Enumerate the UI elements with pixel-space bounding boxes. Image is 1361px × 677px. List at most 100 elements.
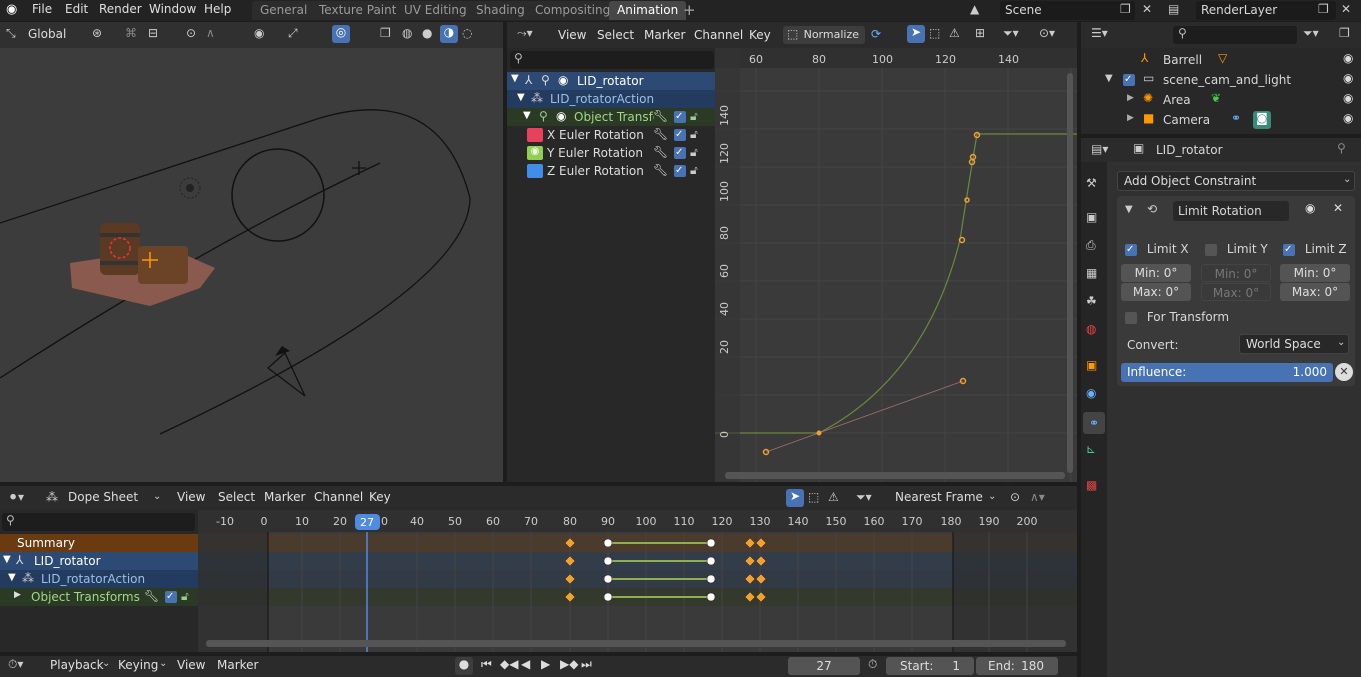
ds-action-row[interactable]: ▼ ⁂ LID_rotatorAction: [0, 570, 198, 588]
ds-menu-channel[interactable]: Channel: [314, 488, 363, 508]
vertical-scrollbar[interactable]: [1067, 73, 1073, 473]
keyframe-selected[interactable]: [816, 430, 822, 436]
filter-icon[interactable]: ⏷▾: [1003, 26, 1019, 41]
rotator-circle[interactable]: [231, 148, 325, 242]
properties-type-icon[interactable]: ▤▾: [1091, 142, 1108, 156]
wireframe-shading-icon[interactable]: ◍: [402, 26, 412, 40]
ds-search-input[interactable]: ⚲: [2, 513, 195, 531]
max-y-field[interactable]: Max: 0°: [1201, 283, 1271, 301]
collection-checkbox[interactable]: [1123, 74, 1135, 86]
modifier-icon[interactable]: 🔧︎: [653, 163, 668, 177]
modifier-icon[interactable]: 🔧︎: [653, 145, 668, 159]
eye-icon[interactable]: ◉: [1343, 71, 1353, 85]
graph-menu-select[interactable]: Select: [597, 26, 634, 46]
max-x-field[interactable]: Max: 0°: [1121, 283, 1191, 301]
menu-window[interactable]: Window: [149, 0, 196, 20]
min-y-field[interactable]: Min: 0°: [1201, 264, 1271, 282]
tab-compositing[interactable]: Compositing: [527, 1, 619, 20]
keying-menu[interactable]: Keying: [118, 656, 158, 676]
timeline-marker-menu[interactable]: Marker: [217, 656, 258, 676]
curve-color-z[interactable]: [527, 164, 543, 178]
mute-checkbox[interactable]: [674, 111, 686, 123]
solid-shading-icon[interactable]: ●: [422, 26, 432, 40]
start-frame-field[interactable]: Start: 1: [886, 657, 974, 675]
modifier-icon[interactable]: 🔧︎: [653, 127, 668, 141]
scene-icon[interactable]: ▲: [970, 2, 979, 16]
channel-curve-y[interactable]: ◉ Y Euler Rotation 🔧︎ 🔓︎: [507, 144, 715, 162]
eye-icon[interactable]: ◉: [556, 109, 566, 123]
auto-normalize-icon[interactable]: ⟳: [871, 27, 881, 41]
ds-canvas[interactable]: -10 0 10 20 30 40 50 60 70 80 90 100 110…: [198, 510, 1077, 652]
ds-group-row[interactable]: ▶ Object Transforms 🔧︎ 🔓︎: [0, 588, 198, 606]
lock-icon[interactable]: 🔓︎: [690, 145, 698, 160]
warning-icon[interactable]: ⚠: [828, 490, 839, 504]
scene-tab-icon[interactable]: ☘: [1086, 294, 1097, 308]
limit-z-toggle[interactable]: Limit Z: [1283, 242, 1358, 256]
record-button-icon[interactable]: ●: [455, 657, 473, 675]
prev-keyframe-icon[interactable]: ◆◀: [500, 657, 518, 671]
view-all-icon[interactable]: ⊞: [975, 26, 985, 40]
snap-target-icon[interactable]: ⊟: [148, 26, 158, 40]
max-z-field[interactable]: Max: 0°: [1280, 283, 1350, 301]
limit-z-checkbox[interactable]: [1283, 243, 1295, 256]
curve-color-x[interactable]: [527, 128, 543, 142]
lock-icon[interactable]: 🔓︎: [690, 109, 698, 124]
outliner-row-camera[interactable]: ▶ ■ Camera ⚭ ◙ ◉: [1081, 110, 1361, 130]
timeline-view-menu[interactable]: View: [177, 656, 205, 676]
eye-icon[interactable]: ◉: [1343, 51, 1353, 65]
object-tab-icon[interactable]: ▣: [1086, 358, 1097, 372]
jump-start-icon[interactable]: ⏮: [481, 657, 492, 672]
falloff-icon[interactable]: ∧: [206, 26, 215, 40]
expand-arrow-icon[interactable]: ▼: [523, 110, 531, 121]
viewport-3d[interactable]: ⤡ Global ⊛ ⌘ ⊟ ⊙ ∧ ◉ ⤢ ◎ ❐ ◍ ● ◑ ◌: [0, 22, 503, 482]
graph-menu-marker[interactable]: Marker: [644, 26, 685, 46]
min-z-field[interactable]: Min: 0°: [1280, 264, 1350, 282]
world-tab-icon[interactable]: ◍: [1086, 322, 1096, 336]
convert-dropdown[interactable]: World Space: [1239, 334, 1349, 354]
expand-arrow-icon[interactable]: ▶: [1127, 93, 1134, 103]
play-icon[interactable]: ▶: [541, 657, 550, 671]
lock-icon[interactable]: 🔓︎: [690, 163, 698, 178]
for-transform-checkbox[interactable]: [1125, 311, 1137, 324]
visibility-icon[interactable]: ◉: [254, 26, 264, 40]
barrel-object[interactable]: [100, 223, 140, 275]
graph-menu-channel[interactable]: Channel: [694, 26, 743, 46]
box-select-icon[interactable]: ⬚: [929, 26, 940, 40]
menu-file[interactable]: File: [32, 0, 52, 20]
falloff-icon[interactable]: ∧▾: [1030, 490, 1045, 504]
render-tab-icon[interactable]: ▣: [1086, 210, 1097, 224]
graph-menu-view[interactable]: View: [558, 26, 586, 46]
pin-icon[interactable]: ⚲: [1337, 141, 1346, 155]
limit-y-toggle[interactable]: Limit Y: [1205, 242, 1280, 256]
tab-animation[interactable]: Animation: [609, 1, 687, 20]
disable-keep-transform-icon[interactable]: ✕: [1335, 363, 1353, 381]
expand-arrow-icon[interactable]: ▶: [14, 590, 21, 600]
ds-timeline-area[interactable]: -10 0 10 20 30 40 50 60 70 80 90 100 110…: [198, 510, 1077, 652]
min-x-field[interactable]: Min: 0°: [1121, 264, 1191, 282]
camera-object[interactable]: [266, 351, 306, 397]
stopwatch-icon[interactable]: ⏱: [868, 657, 877, 672]
new-view-layer-icon[interactable]: ❐: [1318, 2, 1329, 16]
playback-menu[interactable]: Playback: [50, 656, 104, 676]
curve-visibility-eye-icon[interactable]: ◉: [527, 146, 543, 160]
expand-arrow-icon[interactable]: ▼: [517, 92, 525, 103]
output-tab-icon[interactable]: ⎙: [1086, 238, 1096, 253]
outliner-row-barrell[interactable]: ⅄ Barrell ▽ ◉: [1081, 50, 1361, 70]
limit-x-toggle[interactable]: Limit X: [1125, 242, 1200, 256]
texture-tab-icon[interactable]: ▩: [1086, 478, 1097, 492]
dopesheet-mode-dropdown[interactable]: Dope Sheet: [62, 488, 166, 508]
ds-menu-marker[interactable]: Marker: [264, 488, 305, 508]
snap-mode-dropdown[interactable]: Nearest Frame: [889, 488, 1001, 508]
outliner-search-input[interactable]: ⚲: [1173, 26, 1297, 44]
gizmo-icon[interactable]: ⤢: [288, 26, 298, 41]
select-cursor-icon[interactable]: ➤: [907, 25, 925, 43]
outliner-row-area[interactable]: ▶ ✺ Area ❦ ◉: [1081, 90, 1361, 110]
pin-icon[interactable]: ⚲: [539, 109, 548, 123]
play-reverse-icon[interactable]: ◀: [521, 657, 530, 671]
channel-group-row[interactable]: ▼ ⚲ ◉ Object Transforms 🔧︎ 🔓︎: [507, 108, 715, 126]
tab-shading[interactable]: Shading: [468, 1, 533, 20]
expand-arrow-icon[interactable]: ▶: [1127, 113, 1134, 123]
graph-canvas[interactable]: 60 80 100 120 140 140 120 100 80 60 40 2…: [715, 48, 1077, 482]
keyframe-points[interactable]: [762, 131, 981, 456]
filter-icon[interactable]: ⏷▾: [856, 490, 872, 505]
